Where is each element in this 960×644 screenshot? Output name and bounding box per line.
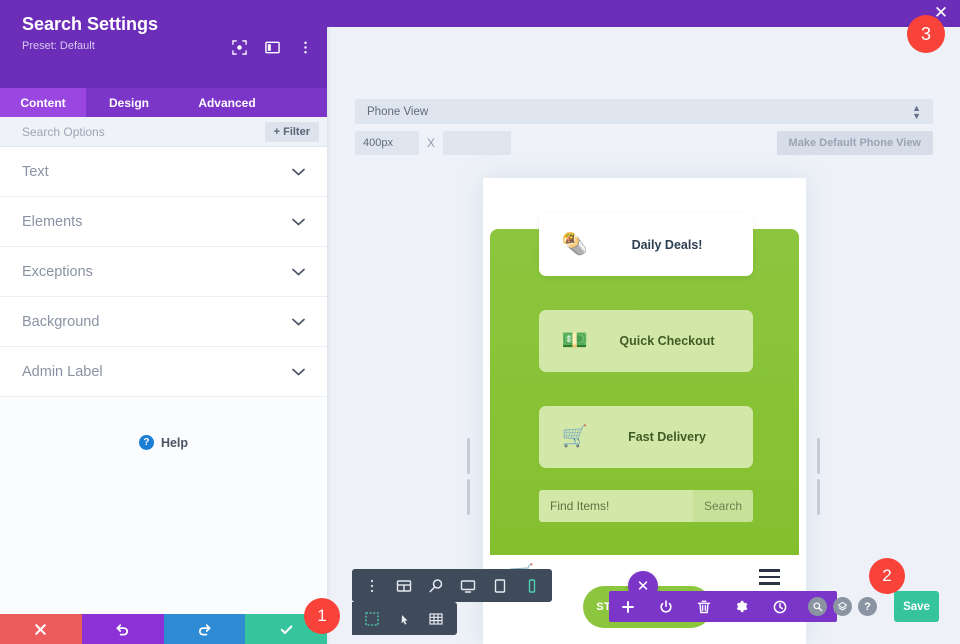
chevron-down-icon xyxy=(292,368,305,376)
burrito-icon: 🌯 xyxy=(561,233,589,256)
search-input[interactable] xyxy=(22,124,265,139)
cancel-button[interactable] xyxy=(0,614,82,644)
settings-panel-footer xyxy=(0,614,327,644)
resize-handle-right[interactable] xyxy=(817,438,826,515)
viewport-width-input[interactable]: 400px xyxy=(355,131,419,155)
layers-icon[interactable] xyxy=(833,597,852,616)
more-vertical-icon[interactable] xyxy=(356,569,388,602)
preview-area: Phone View ▲ ▼ 400px X Make Default Phone… xyxy=(327,27,960,644)
phone-search-box: Find Items! Search xyxy=(539,490,753,522)
settings-tabs: Content Design Advanced xyxy=(0,88,327,117)
hamburger-menu-icon[interactable] xyxy=(759,569,780,589)
money-icon: 💵 xyxy=(561,329,589,352)
tab-content[interactable]: Content xyxy=(0,88,86,117)
step-badge-2: 2 xyxy=(869,558,905,594)
redo-button[interactable] xyxy=(163,614,246,644)
phone-search-input[interactable]: Find Items! xyxy=(539,490,693,522)
section-background[interactable]: Background xyxy=(0,297,327,347)
chevron-down-icon xyxy=(292,318,305,326)
tablet-icon[interactable] xyxy=(484,569,516,602)
card-quick-checkout[interactable]: 💵 Quick Checkout xyxy=(539,310,753,372)
settings-panel-header: Search Settings Preset: Default xyxy=(0,0,327,88)
click-icon[interactable] xyxy=(388,602,420,635)
module-actions-toolbar xyxy=(609,591,837,622)
check-icon xyxy=(280,624,293,634)
undo-button[interactable] xyxy=(81,614,164,644)
chevron-down-icon xyxy=(292,218,305,226)
size-separator: X xyxy=(427,136,436,150)
gear-icon[interactable] xyxy=(723,591,761,622)
help-icon[interactable]: ? xyxy=(858,597,877,616)
card-label: Daily Deals! xyxy=(631,238,703,252)
section-label: Text xyxy=(22,163,49,180)
zoom-icon[interactable] xyxy=(808,597,827,616)
trash-icon[interactable] xyxy=(685,591,723,622)
tab-advanced[interactable]: Advanced xyxy=(172,88,282,117)
undo-icon xyxy=(116,623,129,636)
viewport-select-value: Phone View xyxy=(367,105,429,118)
section-admin-label[interactable]: Admin Label xyxy=(0,347,327,397)
panel-header-icons xyxy=(232,40,313,55)
help-icon: ? xyxy=(138,435,154,450)
page-title: Search Settings xyxy=(22,14,159,34)
updown-arrows-icon: ▲ ▼ xyxy=(912,102,921,121)
step-badge-1: 1 xyxy=(304,598,340,634)
resize-handle-left[interactable] xyxy=(467,438,476,515)
card-label: Quick Checkout xyxy=(619,334,715,348)
card-daily-deals[interactable]: 🌯 Daily Deals! xyxy=(539,214,753,276)
settings-sections: Text Elements Exceptions Background Admi… xyxy=(0,147,327,397)
focus-target-icon[interactable] xyxy=(232,40,247,55)
section-label: Exceptions xyxy=(22,263,93,280)
builder-utility-buttons: ? xyxy=(808,597,877,616)
section-label: Background xyxy=(22,313,100,330)
card-fast-delivery[interactable]: 🛒 Fast Delivery xyxy=(539,406,753,468)
section-exceptions[interactable]: Exceptions xyxy=(0,247,327,297)
select-area-icon[interactable] xyxy=(356,602,388,635)
section-elements[interactable]: Elements xyxy=(0,197,327,247)
section-label: Admin Label xyxy=(22,363,103,380)
plus-icon[interactable] xyxy=(609,591,647,622)
filter-button[interactable]: + Filter xyxy=(264,121,319,142)
builder-view-toolbar xyxy=(352,569,552,602)
card-label: Fast Delivery xyxy=(628,430,706,444)
redo-icon xyxy=(198,623,211,636)
chevron-down-icon xyxy=(292,168,305,176)
power-icon[interactable] xyxy=(647,591,685,622)
clock-icon[interactable] xyxy=(761,591,799,622)
close-icon xyxy=(35,623,47,635)
tab-design[interactable]: Design xyxy=(86,88,172,117)
help-label: Help xyxy=(160,435,189,450)
viewport-height-input[interactable] xyxy=(443,131,512,155)
help-link[interactable]: ? Help xyxy=(0,435,327,450)
wireframe-icon[interactable] xyxy=(388,569,420,602)
split-layout-icon[interactable] xyxy=(265,40,280,55)
viewport-size-row: 400px X Make Default Phone View xyxy=(355,131,933,155)
settings-panel: Search Settings Preset: Default Content … xyxy=(0,0,327,644)
desktop-icon[interactable] xyxy=(452,569,484,602)
zoom-icon[interactable] xyxy=(420,569,452,602)
save-button[interactable]: Save xyxy=(894,591,939,622)
chevron-down-icon xyxy=(292,268,305,276)
grid-icon[interactable] xyxy=(420,602,452,635)
phone-icon[interactable] xyxy=(516,569,548,602)
section-text[interactable]: Text xyxy=(0,147,327,197)
options-search-row: + Filter xyxy=(0,117,327,147)
builder-mode-toolbar xyxy=(352,602,457,635)
shopping-cart-icon: 🛒 xyxy=(561,425,589,448)
phone-search-button[interactable]: Search xyxy=(693,490,753,522)
step-badge-3: 3 xyxy=(907,15,945,53)
viewport-select[interactable]: Phone View ▲ ▼ xyxy=(355,99,933,124)
section-label: Elements xyxy=(22,213,83,230)
make-default-phone-view-button[interactable]: Make Default Phone View xyxy=(776,131,933,155)
more-vertical-icon[interactable] xyxy=(298,40,313,55)
